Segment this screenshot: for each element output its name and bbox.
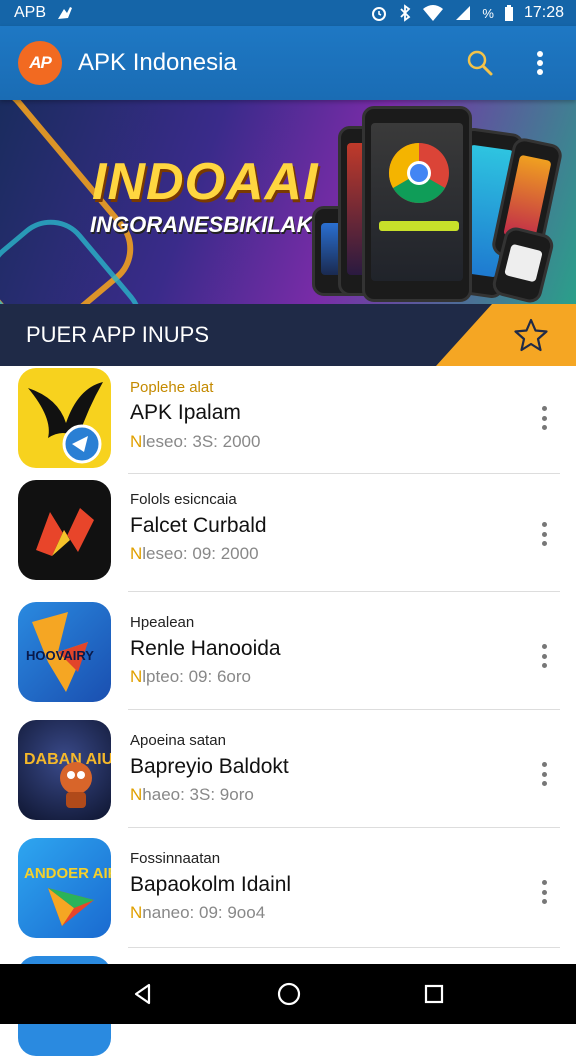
app-logo[interactable]: AP: [18, 41, 62, 85]
home-icon[interactable]: [276, 981, 302, 1007]
banner-subtitle: INGORANESBIKILAK: [90, 212, 313, 237]
wifi-icon: [423, 5, 444, 21]
dot: [541, 541, 547, 546]
app-meta: Nnaneo: 09: 9oo4: [130, 903, 266, 922]
list-item[interactable]: Poplehe alat APK Ipalam Nleseo: 3S: 2000: [0, 366, 576, 474]
dot: [541, 899, 547, 904]
section-title: PUER APP INUPS: [26, 322, 209, 347]
app-category: Apoeina satan: [130, 732, 226, 749]
item-more-button[interactable]: [536, 762, 552, 786]
back-icon[interactable]: [131, 982, 155, 1006]
app-icon: [18, 480, 111, 580]
icon-text: ANDOER AIRID: [24, 865, 111, 882]
app-meta: Nlpteo: 09: 6oro: [130, 667, 251, 686]
item-more-button[interactable]: [536, 880, 552, 904]
icon-text: HOOVAIRY: [26, 648, 94, 663]
chrome-icon: [379, 143, 459, 231]
item-more-button[interactable]: [536, 644, 552, 668]
app-meta: Nleseo: 09: 2000: [130, 544, 259, 563]
app-list: Poplehe alat APK Ipalam Nleseo: 3S: 2000…: [0, 366, 576, 1056]
logo-text: AP: [29, 53, 52, 72]
battery-icon: [504, 5, 513, 21]
dot: [541, 522, 547, 527]
list-item[interactable]: HOOVAIRY Hpealean Renle Hanooida Nlpteo:…: [0, 592, 576, 710]
dot: [541, 644, 547, 649]
section-header: PUER APP INUPS: [0, 304, 576, 366]
overflow-menu-button[interactable]: [520, 43, 560, 83]
app-icon: HOOVAIRY: [18, 602, 111, 702]
dot: [541, 425, 547, 430]
app-name: Bapaokolm Idainl: [130, 873, 292, 896]
dot: [541, 663, 547, 668]
app-icon: ANDOER AIRID: [18, 838, 111, 938]
bluetooth-icon: [400, 4, 411, 22]
app-icon: DABAN AIUN: [18, 720, 111, 820]
status-time: 17:28: [523, 4, 564, 21]
dot: [541, 653, 547, 659]
play-shape-icon: ANDOER AIRID: [24, 865, 111, 926]
signal-icon: [456, 6, 471, 20]
app-title: APK Indonesia: [78, 49, 237, 76]
dot: [541, 762, 547, 767]
status-bar: APB % 17:28: [0, 0, 576, 26]
arrow-logo-icon: HOOVAIRY: [26, 612, 94, 692]
item-more-button[interactable]: [536, 522, 552, 546]
dot: [541, 781, 547, 786]
notification-icon: [58, 7, 73, 19]
dot: [541, 531, 547, 537]
app-name: Falcet Curbald: [130, 514, 267, 537]
alarm-icon: [372, 7, 387, 21]
list-item[interactable]: ANDOER AIRID Fossinnaatan Bapaokolm Idai…: [0, 828, 576, 948]
list-item[interactable]: Folols esicncaia Falcet Curbald Nleseo: …: [0, 474, 576, 592]
dot: [541, 771, 547, 777]
dot: [541, 415, 547, 421]
dot: [541, 880, 547, 885]
dot: [541, 406, 547, 411]
status-left-text: APB: [14, 4, 47, 21]
app-category: Poplehe alat: [130, 379, 214, 396]
app-meta: Nleseo: 3S: 2000: [130, 432, 261, 451]
banner-phone-main: [362, 106, 472, 302]
search-icon: [467, 50, 493, 76]
bird-icon: [28, 382, 103, 464]
item-more-button[interactable]: [536, 406, 552, 430]
app-name: Bapreyio Baldokt: [130, 755, 289, 778]
robot-game-icon: DABAN AIUN: [24, 751, 111, 808]
app-category: Folols esicncaia: [130, 491, 237, 508]
app-name: Renle Hanooida: [130, 637, 281, 660]
app-meta: Nhaeo: 3S: 9oro: [130, 785, 254, 804]
app-name: APK Ipalam: [130, 401, 241, 424]
promo-banner[interactable]: INDOAAI INGORANESBIKILAK: [0, 100, 576, 304]
flame-logo-icon: [36, 508, 94, 556]
battery-percent: %: [482, 5, 494, 21]
app-icon: [18, 368, 111, 468]
app-category: Hpealean: [130, 614, 195, 631]
app-category: Fossinnaatan: [130, 850, 221, 867]
banner-title: INDOAAI: [92, 153, 319, 211]
system-nav-bar: [0, 964, 576, 1024]
dot: [541, 889, 547, 895]
list-item[interactable]: DABAN AIUN Apoeina satan Bapreyio Baldok…: [0, 710, 576, 828]
app-bar: AP APK Indonesia: [0, 26, 576, 100]
search-button[interactable]: [460, 43, 500, 83]
more-vert-icon: [537, 51, 543, 75]
section-accent: [436, 304, 576, 366]
star-icon[interactable]: [514, 318, 548, 352]
recents-icon[interactable]: [423, 983, 445, 1005]
